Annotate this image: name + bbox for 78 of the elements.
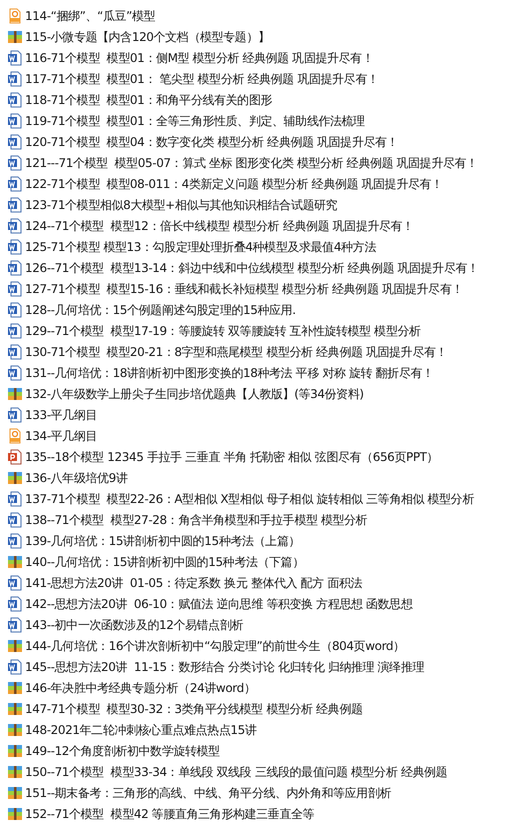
file-name[interactable]: 118-71个模型 模型01：和角平分线有关的图形 <box>25 90 272 108</box>
word-document-icon <box>7 280 23 296</box>
file-name[interactable]: 124--71个模型 模型12：倍长中线模型 模型分析 经典例题 巩固提升尽有！ <box>25 216 414 234</box>
file-name[interactable]: 129--71个模型 模型17-19：等腰旋转 双等腰旋转 互补性旋转模型 模型分析 <box>25 322 421 340</box>
file-name[interactable]: 120-71个模型 模型04：数字变化类 模型分析 经典例题 巩固提升尽有！ <box>25 132 398 150</box>
word-document-icon <box>7 658 23 674</box>
archive-icon <box>7 680 23 696</box>
word-document-icon <box>7 512 23 528</box>
word-document-icon <box>7 364 23 380</box>
file-name[interactable]: 149--12个角度剖析初中数学旋转模型 <box>25 742 220 760</box>
pdf-document-icon <box>7 428 23 444</box>
file-name[interactable]: 122-71个模型 模型08-011：4类新定义问题 模型分析 经典例题 巩固提升尽有！ <box>25 174 443 192</box>
file-name[interactable]: 152--71个模型 模型42 等腰直角三角形构建三垂直全等 <box>25 804 314 822</box>
file-name[interactable]: 148-2021年二轮冲刺核心重点难点热点15讲 <box>25 720 256 738</box>
file-name[interactable]: 137-71个模型 模型22-26：A型相似 X型相似 母子相似 旋转相似 三等角相似 模型分析 <box>25 490 474 508</box>
archive-icon <box>7 742 23 758</box>
file-name[interactable]: 150--71个模型 模型33-34：单线段 双线段 三线段的最值问题 模型分析 经典例题 <box>25 762 448 780</box>
word-document-icon <box>7 154 23 170</box>
file-name[interactable]: 128--几何培优：15个例题阐述勾股定理的15种应用. <box>25 300 296 318</box>
word-document-icon <box>7 596 23 612</box>
archive-icon <box>7 470 23 486</box>
file-name[interactable]: 117-71个模型 模型01： 笔尖型 模型分析 经典例题 巩固提升尽有！ <box>25 70 378 88</box>
word-document-icon <box>7 260 23 276</box>
word-document-icon <box>7 134 23 150</box>
pdf-document-icon <box>7 8 23 24</box>
presentation-document-icon <box>7 448 23 464</box>
file-name[interactable]: 143--初中一次函数涉及的12个易错点剖析 <box>25 616 244 634</box>
word-document-icon <box>7 218 23 234</box>
file-name[interactable]: 115-小微专题【内含120个文档（模型专题）】 <box>25 28 270 46</box>
file-name[interactable]: 126--71个模型 模型13-14：斜边中线和中位线模型 模型分析 经典例题 巩固提升尽有！ <box>25 258 479 276</box>
file-name[interactable]: 123-71个模型相似8大模型+相似与其他知识相结合试题研究 <box>25 196 338 214</box>
archive-icon <box>7 638 23 654</box>
word-document-icon <box>7 196 23 212</box>
file-name[interactable]: 146-年决胜中考经典专题分析（24讲word） <box>25 678 256 696</box>
file-name[interactable]: 139-几何培优：15讲剖析初中圆的15种考法（上篇） <box>25 532 300 550</box>
word-document-icon <box>7 176 23 192</box>
file-name[interactable]: 119-71个模型 模型01：全等三角形性质、判定、辅助线作法梳理 <box>25 112 365 130</box>
archive-icon <box>7 386 23 402</box>
word-document-icon <box>7 92 23 108</box>
file-name[interactable]: 142--思想方法20讲 06-10：赋值法 逆向思维 等积变换 方程思想 函数思想 <box>25 594 412 612</box>
word-document-icon <box>7 616 23 632</box>
archive-icon <box>7 722 23 738</box>
file-name[interactable]: 132-八年级数学上册尖子生同步培优题典【人教版】(等34份资料) <box>25 384 364 402</box>
file-name[interactable]: 135--18个模型 12345 手拉手 三垂直 半角 托勒密 相似 弦图尽有（656页PPT） <box>25 448 438 466</box>
word-document-icon <box>7 490 23 506</box>
word-document-icon <box>7 302 23 318</box>
word-document-icon <box>7 70 23 86</box>
file-name[interactable]: 127-71个模型 模型15-16：垂线和截长补短模型 模型分析 经典例题 巩固提升尽有！ <box>25 280 464 298</box>
word-document-icon <box>7 574 23 590</box>
archive-icon <box>7 28 23 44</box>
file-name[interactable]: 131--几何培优：18讲剖析初中图形变换的18种考法 平移 对称 旋转 翻折尽有！ <box>25 364 434 382</box>
archive-icon <box>7 700 23 716</box>
file-name[interactable]: 114-“捆绑”、“瓜豆”模型 <box>25 6 156 24</box>
archive-icon <box>7 806 23 822</box>
file-name[interactable]: 136-八年级培优9讲 <box>25 468 128 486</box>
archive-icon <box>7 554 23 570</box>
file-name[interactable]: 121---71个模型 模型05-07：算式 坐标 图形变化类 模型分析 经典例题 巩固提升尽有！ <box>25 154 478 172</box>
file-name[interactable]: 145--思想方法20讲 11-15：数形结合 分类讨论 化归转化 归纳推理 演绎推理 <box>25 658 424 676</box>
file-name[interactable]: 125-71个模型 模型13：勾股定理处理折叠4种模型及求最值4种方法 <box>25 238 376 256</box>
file-name[interactable]: 151--期末备考：三角形的高线、中线、角平分线、内外角和等应用剖析 <box>25 784 391 802</box>
file-name[interactable]: 141-思想方法20讲 01-05：待定系数 换元 整体代入 配方 面积法 <box>25 574 362 592</box>
word-document-icon <box>7 344 23 360</box>
file-name[interactable]: 130-71个模型 模型20-21：8字型和燕尾模型 模型分析 经典例题 巩固提升尽有！ <box>25 342 448 360</box>
file-name[interactable]: 134-平几纲目 <box>25 426 98 444</box>
file-name[interactable]: 138--71个模型 模型27-28：角含半角模型和手拉手模型 模型分析 <box>25 510 368 528</box>
word-document-icon <box>7 406 23 422</box>
file-name[interactable]: 140--几何培优：15讲剖析初中圆的15种考法（下篇） <box>25 552 304 570</box>
file-name[interactable]: 133-平几纲目 <box>25 406 98 424</box>
word-document-icon <box>7 322 23 338</box>
word-document-icon <box>7 238 23 254</box>
archive-icon <box>7 784 23 800</box>
file-name[interactable]: 116-71个模型 模型01：侧M型 模型分析 经典例题 巩固提升尽有！ <box>25 48 374 66</box>
word-document-icon <box>7 112 23 128</box>
file-name[interactable]: 147-71个模型 模型30-32：3类角平分线模型 模型分析 经典例题 <box>25 700 362 718</box>
archive-icon <box>7 764 23 780</box>
file-name[interactable]: 144-几何培优：16个讲次剖析初中“勾股定理”的前世今生（804页word） <box>25 636 405 654</box>
word-document-icon <box>7 532 23 548</box>
word-document-icon <box>7 50 23 66</box>
